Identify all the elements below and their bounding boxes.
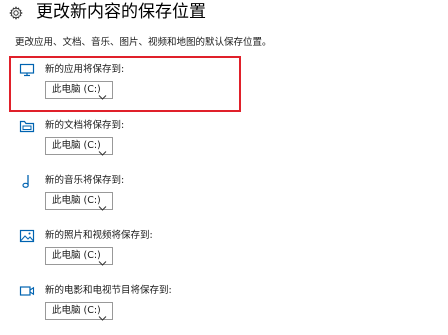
gear-icon xyxy=(9,5,23,20)
dropdown-value: 此电脑 (C:) xyxy=(52,195,101,206)
page-description: 更改应用、文档、音乐、图片、视频和地图的默认保存位置。 xyxy=(15,37,272,48)
section-movies-tv: 新的电影和电视节目将保存到: 此电脑 (C:) xyxy=(0,281,448,331)
dropdown-value: 此电脑 (C:) xyxy=(52,140,101,151)
chevron-down-icon xyxy=(98,197,107,211)
folder-icon xyxy=(18,118,36,134)
chevron-down-icon xyxy=(98,142,107,156)
section-label: 新的音乐将保存到: xyxy=(45,175,125,186)
photos-location-dropdown[interactable]: 此电脑 (C:) xyxy=(45,247,113,266)
settings-page: 更改新内容的保存位置 更改应用、文档、音乐、图片、视频和地图的默认保存位置。 新… xyxy=(0,0,448,335)
music-location-dropdown[interactable]: 此电脑 (C:) xyxy=(45,192,113,211)
section-music: 新的音乐将保存到: 此电脑 (C:) xyxy=(0,171,448,221)
page-header: 更改新内容的保存位置 xyxy=(9,0,206,24)
video-camera-icon xyxy=(18,283,36,299)
picture-icon xyxy=(18,228,36,244)
section-label: 新的照片和视频将保存到: xyxy=(45,230,153,241)
chevron-down-icon xyxy=(98,307,107,321)
highlight-box xyxy=(9,56,241,112)
section-label: 新的电影和电视节目将保存到: xyxy=(45,285,172,296)
dropdown-value: 此电脑 (C:) xyxy=(52,250,101,261)
movies-location-dropdown[interactable]: 此电脑 (C:) xyxy=(45,302,113,321)
section-label: 新的文档将保存到: xyxy=(45,120,125,131)
dropdown-value: 此电脑 (C:) xyxy=(52,305,101,316)
page-title: 更改新内容的保存位置 xyxy=(36,2,206,22)
chevron-down-icon xyxy=(98,252,107,266)
section-documents: 新的文档将保存到: 此电脑 (C:) xyxy=(0,116,448,166)
section-photos-videos: 新的照片和视频将保存到: 此电脑 (C:) xyxy=(0,226,448,276)
music-note-icon xyxy=(18,173,36,189)
documents-location-dropdown[interactable]: 此电脑 (C:) xyxy=(45,137,113,156)
